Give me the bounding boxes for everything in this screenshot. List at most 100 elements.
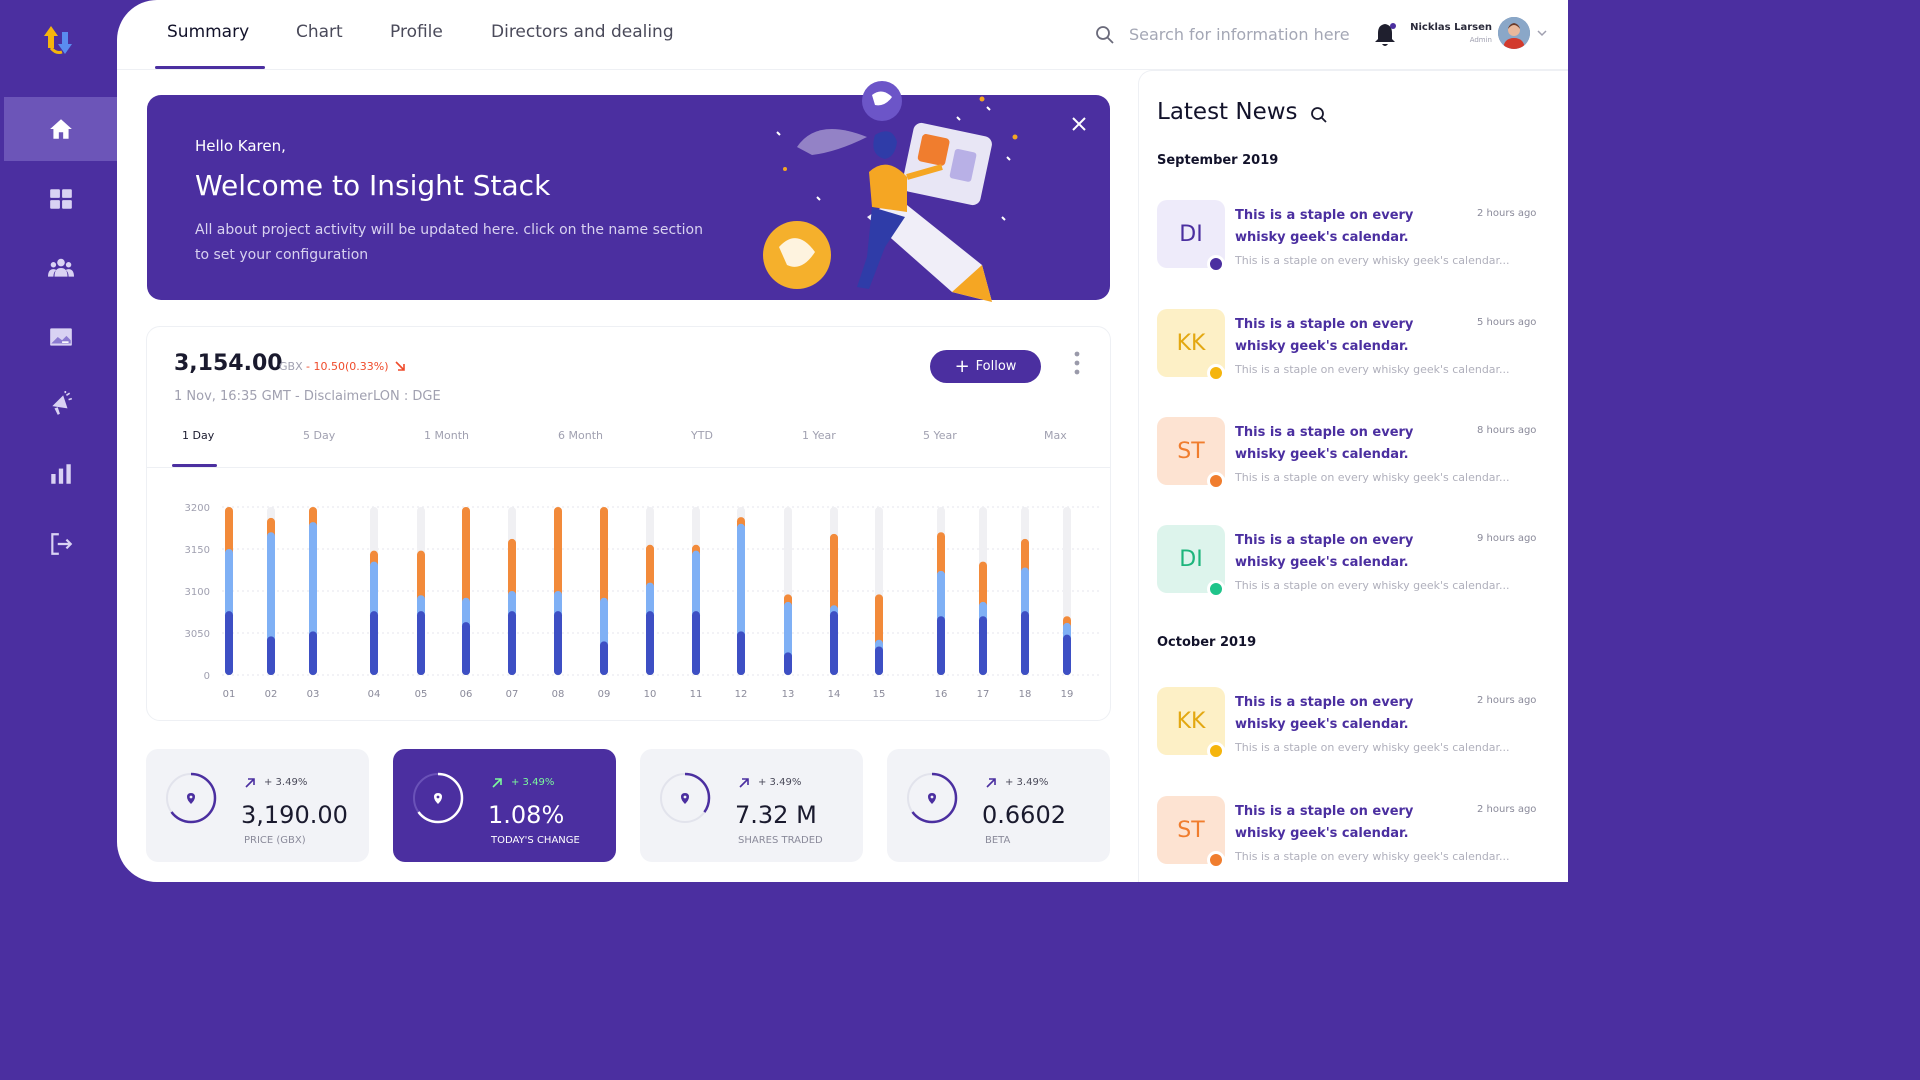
avatar[interactable] [1498,17,1530,49]
chevron-down-icon[interactable] [1536,28,1548,38]
news-headline[interactable]: This is a staple on every whisky geek's … [1235,692,1460,736]
range-divider [147,467,1110,468]
stat-card-price[interactable]: + 3.49% 3,190.00 PRICE (GBX) [146,749,369,862]
range-ytd[interactable]: YTD [691,429,713,442]
stat-delta: + 3.49% [511,777,555,788]
nav-users[interactable] [4,236,117,300]
app-logo[interactable] [38,22,78,58]
search-icon[interactable] [1310,106,1328,124]
bar-dark [979,616,987,675]
arrow-down-right-icon [395,361,405,371]
bar-dark [646,611,654,675]
news-item[interactable]: KK This is a staple on every whisky geek'… [1157,687,1557,767]
status-dot [1207,742,1225,760]
search-input[interactable] [1129,20,1349,48]
bar-dark [692,611,700,675]
top-bar: Summary Chart Profile Directors and deal… [117,0,1568,70]
stat-label: PRICE (GBX) [244,835,306,846]
news-item[interactable]: DI This is a staple on every whisky geek'… [1157,200,1557,280]
status-dot [1207,364,1225,382]
progress-ring [165,772,217,824]
more-options-icon[interactable] [1074,351,1080,375]
avatar-image [1498,17,1530,49]
news-item[interactable]: ST This is a staple on every whisky geek'… [1157,796,1557,876]
tab-directors-dealing[interactable]: Directors and dealing [491,22,674,42]
range-5-year[interactable]: 5 Year [923,429,957,442]
range-5-day[interactable]: 5 Day [303,429,335,442]
greeting: Hello Karen, [195,137,286,155]
news-headline[interactable]: This is a staple on every whisky geek's … [1235,314,1460,358]
user-name[interactable]: Nicklas Larsen [1410,22,1492,33]
tab-profile[interactable]: Profile [390,22,443,42]
bar-dark [370,611,378,675]
bar-dark [875,646,883,675]
news-title: Latest News [1157,99,1298,125]
x-tick-label: 10 [644,689,657,700]
news-snippet: This is a staple on every whisky geek's … [1235,579,1510,592]
price-bar-chart: 3200 3150 3100 3050 0 01 02 03 04 05 06 07 08 09 10 11 1… [185,503,1102,700]
user-role: Admin [1469,36,1492,44]
range-1-day[interactable]: 1 Day [182,429,214,442]
news-headline[interactable]: This is a staple on every whisky geek's … [1235,801,1460,845]
news-item[interactable]: KK This is a staple on every whisky geek'… [1157,309,1557,389]
arrow-up-right-icon [245,778,255,788]
news-time: 2 hours ago [1477,208,1537,219]
stat-card-beta[interactable]: + 3.49% 0.6602 BETA [887,749,1110,862]
news-headline[interactable]: This is a staple on every whisky geek's … [1235,530,1460,574]
latest-news-panel: Latest News September 2019 October 2019 … [1138,70,1568,882]
progress-ring [412,772,464,824]
x-tick-label: 02 [265,689,278,700]
home-icon [49,119,72,139]
nav-dashboard[interactable] [4,167,117,231]
x-tick-label: 19 [1061,689,1074,700]
bar-dark [1063,634,1071,675]
nav-campaigns[interactable] [4,372,117,436]
stat-card-shares-traded[interactable]: + 3.49% 7.32 M SHARES TRADED [640,749,863,862]
news-item[interactable]: DI This is a staple on every whisky geek'… [1157,525,1557,605]
quote-timestamp[interactable]: 1 Nov, 16:35 GMT - Disclaimer [174,389,373,404]
currency-label: GBX [279,360,303,373]
dashboard-icon [49,189,72,209]
tab-summary[interactable]: Summary [167,22,249,42]
x-tick-label: 11 [690,689,703,700]
news-headline[interactable]: This is a staple on every whisky geek's … [1235,422,1460,466]
stat-card-todays-change[interactable]: + 3.49% 1.08% TODAY'S CHANGE [393,749,616,862]
nav-analytics[interactable] [4,442,117,506]
x-tick-label: 14 [828,689,841,700]
welcome-banner: Hello Karen, Welcome to Insight Stack Al… [147,81,1110,302]
range-6-month[interactable]: 6 Month [558,429,603,442]
nav-media[interactable] [4,305,117,369]
news-headline[interactable]: This is a staple on every whisky geek's … [1235,205,1460,249]
stat-value: 7.32 M [735,801,817,829]
nav-logout[interactable] [4,512,117,576]
y-tick-label: 3050 [185,629,210,640]
banner-illustration [763,81,1018,302]
status-dot [1207,472,1225,490]
x-tick-label: 13 [782,689,795,700]
image-icon [49,328,72,346]
news-item[interactable]: ST This is a staple on every whisky geek'… [1157,417,1557,497]
follow-button[interactable]: + Follow [930,350,1041,383]
banner-description: All about project activity will be updat… [195,222,703,263]
bar-dark [225,611,233,675]
close-icon[interactable] [1070,115,1088,133]
nav-home[interactable] [4,97,117,161]
x-tick-label: 16 [935,689,948,700]
notification-dot [1390,23,1396,29]
bar-dark [267,636,275,675]
stat-value: 0.6602 [982,801,1066,829]
search-icon[interactable] [1095,25,1115,45]
plus-icon: + [954,355,970,377]
x-tick-label: 09 [598,689,611,700]
y-tick-label: 0 [204,671,210,682]
x-tick-label: 17 [977,689,990,700]
bar-dark [937,616,945,675]
x-tick-label: 12 [735,689,748,700]
bar-dark [554,611,562,675]
range-1-year[interactable]: 1 Year [802,429,836,442]
range-1-month[interactable]: 1 Month [424,429,469,442]
news-month-heading: September 2019 [1157,153,1279,168]
stat-delta: + 3.49% [758,777,802,788]
tab-chart[interactable]: Chart [296,22,343,42]
range-max[interactable]: Max [1044,429,1067,442]
